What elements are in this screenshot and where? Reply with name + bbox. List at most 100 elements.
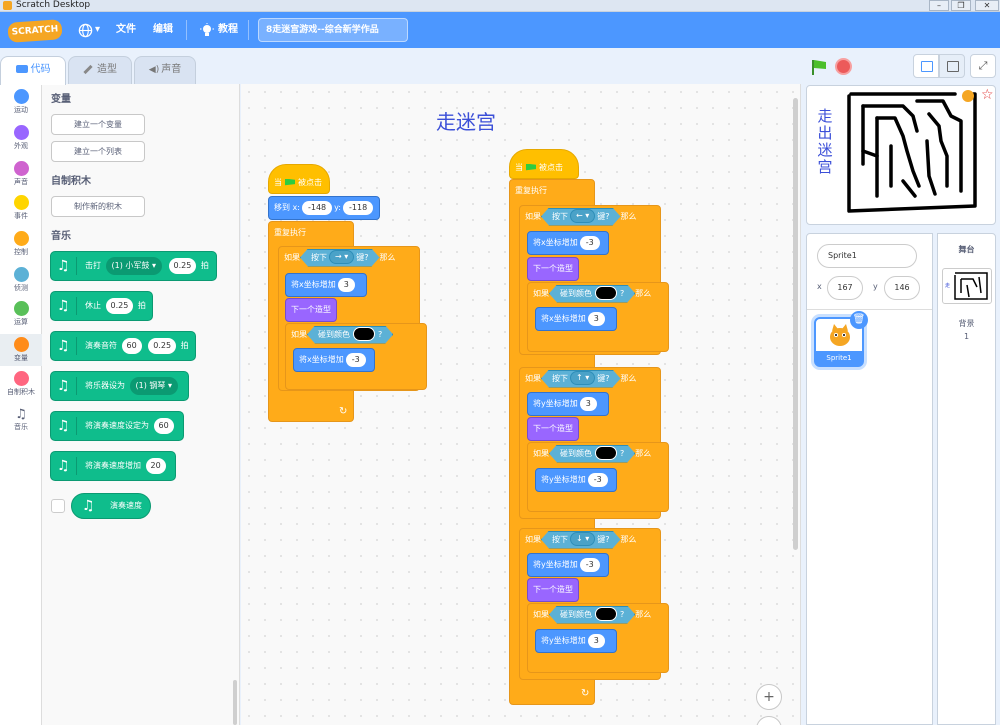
change-x-input[interactable]: 3 — [337, 277, 355, 292]
key-dropdown-down[interactable]: ↓ ▾ — [570, 532, 595, 546]
make-variable-button[interactable]: 建立一个变量 — [51, 114, 145, 135]
tempo-change-input[interactable]: 20 — [145, 457, 166, 474]
note-beats-input[interactable]: 0.25 — [148, 337, 177, 354]
backdrop-thumbnail[interactable]: 走 — [942, 268, 992, 304]
key-dropdown-right[interactable]: → ▾ — [329, 250, 354, 264]
change-y-up-back-input[interactable]: -3 — [587, 472, 608, 487]
instrument-dropdown[interactable]: (1) 钢琴 ▾ — [129, 376, 178, 395]
touching-color-sensor[interactable]: 碰到颜色? — [307, 326, 393, 344]
sprite-x-input[interactable]: 167 — [827, 276, 863, 300]
tempo-monitor-checkbox[interactable] — [51, 499, 65, 513]
stage-target-panel[interactable]: 舞台 走 背景 1 — [937, 233, 996, 725]
goto-y-input[interactable]: -118 — [343, 200, 374, 215]
touching-color-sensor-down[interactable]: 碰到颜色? — [549, 606, 635, 624]
script-workspace[interactable]: 走迷宫 当被点击 移到 x: -148 y: -118 重复执行 如果 按下 → ▾ 键? 那… — [241, 84, 801, 725]
file-menu[interactable]: 文件 — [116, 12, 136, 48]
tab-code[interactable]: 代码 — [0, 56, 66, 85]
category-events[interactable]: 事件 — [0, 192, 42, 224]
play-note-block[interactable]: ♫ 演奏音符 60 0.25 拍 — [50, 331, 196, 361]
tutorials-menu[interactable]: 教程 — [218, 12, 238, 48]
next-costume-block[interactable]: 下一个造型 — [285, 298, 337, 322]
change-y-up-input[interactable]: 3 — [579, 396, 597, 411]
rest-beats-input[interactable]: 0.25 — [105, 297, 134, 314]
change-x-left-back-input[interactable]: 3 — [587, 311, 605, 326]
close-button[interactable]: ✕ — [975, 0, 999, 11]
touching-color-sensor-left[interactable]: 碰到颜色? — [549, 285, 635, 303]
set-tempo-block[interactable]: ♫ 将演奏速度设定为 60 — [50, 411, 184, 441]
key-pressed-sensor-down[interactable]: 按下 ↓ ▾ 键? — [541, 531, 621, 549]
when-flag-clicked-block-2[interactable]: 当被点击 — [509, 149, 579, 179]
change-y-down-back-input[interactable]: 3 — [587, 633, 605, 648]
touching-color-sensor-up[interactable]: 碰到颜色? — [549, 445, 635, 463]
make-list-button[interactable]: 建立一个列表 — [51, 141, 145, 162]
fullscreen-icon[interactable]: ⤢ — [970, 54, 996, 78]
cat-sprite-icon[interactable] — [962, 90, 974, 102]
change-y-up-block[interactable]: 将y坐标增加 3 — [527, 392, 609, 416]
note-input[interactable]: 60 — [121, 337, 142, 354]
change-y-down-back-block[interactable]: 将y坐标增加 3 — [535, 629, 617, 653]
change-tempo-block[interactable]: ♫ 将演奏速度增加 20 — [50, 451, 176, 481]
beats-input[interactable]: 0.25 — [168, 257, 197, 274]
maximize-button[interactable]: ❐ — [951, 0, 971, 11]
palette-scrollbar[interactable] — [233, 680, 237, 725]
zoom-in-button[interactable]: + — [756, 684, 782, 710]
green-flag-button[interactable] — [810, 58, 828, 79]
project-title-input[interactable]: 8走迷宫游戏--综合新学作品 — [258, 18, 408, 42]
category-variables[interactable]: 变量 — [0, 334, 42, 366]
zoom-out-button[interactable] — [756, 716, 782, 725]
change-x-back-block[interactable]: 将x坐标增加 -3 — [293, 348, 375, 372]
stage-canvas[interactable]: 走出迷宫 ☆ — [806, 85, 996, 225]
category-sensing[interactable]: 侦测 — [0, 264, 42, 296]
change-y-down-input[interactable]: -3 — [579, 557, 600, 572]
color-swatch-black[interactable] — [353, 327, 375, 341]
drum-dropdown[interactable]: (1) 小军鼓 ▾ — [105, 256, 162, 275]
key-pressed-sensor[interactable]: 按下 → ▾ 键? — [300, 249, 380, 267]
tempo-reporter-block[interactable]: ♫ 演奏速度 — [71, 493, 151, 519]
next-costume-block-up[interactable]: 下一个造型 — [527, 417, 579, 441]
category-myblocks[interactable]: 自制积木 — [0, 368, 42, 400]
category-operators[interactable]: 运算 — [0, 298, 42, 330]
tab-costumes[interactable]: 造型 — [68, 56, 132, 84]
when-flag-clicked-block[interactable]: 当被点击 — [268, 164, 330, 194]
change-x-block[interactable]: 将x坐标增加 3 — [285, 273, 367, 297]
color-swatch-black[interactable] — [595, 286, 617, 300]
key-dropdown-left[interactable]: ← ▾ — [570, 209, 595, 223]
key-dropdown-up[interactable]: ↑ ▾ — [570, 371, 595, 385]
language-globe-icon[interactable] — [78, 23, 93, 41]
next-costume-block-down[interactable]: 下一个造型 — [527, 578, 579, 602]
goto-xy-block[interactable]: 移到 x: -148 y: -118 — [268, 196, 380, 220]
scratch-logo[interactable]: SCRATCH — [7, 19, 63, 43]
sprite-y-input[interactable]: 146 — [884, 276, 920, 300]
key-pressed-sensor-left[interactable]: 按下 ← ▾ 键? — [541, 208, 621, 226]
tempo-input[interactable]: 60 — [153, 417, 174, 434]
change-x-back-input[interactable]: -3 — [345, 352, 366, 367]
change-y-up-back-block[interactable]: 将y坐标增加 -3 — [535, 468, 617, 492]
play-drum-block[interactable]: ♫ 击打 (1) 小军鼓 ▾ 0.25 拍 — [50, 251, 217, 281]
color-swatch-black[interactable] — [595, 607, 617, 621]
category-sound[interactable]: 声音 — [0, 158, 42, 190]
change-x-left-block[interactable]: 将x坐标增加 -3 — [527, 231, 609, 255]
workspace-scrollbar[interactable] — [793, 98, 798, 550]
small-stage-button[interactable] — [913, 54, 939, 78]
change-x-left-back-block[interactable]: 将x坐标增加 3 — [535, 307, 617, 331]
stop-button[interactable] — [835, 58, 852, 75]
large-stage-button[interactable] — [939, 54, 965, 78]
goto-x-input[interactable]: -148 — [301, 200, 333, 215]
make-block-button[interactable]: 制作新的积木 — [51, 196, 145, 217]
next-costume-block-left[interactable]: 下一个造型 — [527, 257, 579, 281]
lightbulb-icon[interactable] — [200, 23, 214, 41]
language-caret[interactable]: ▾ — [95, 12, 100, 48]
category-motion[interactable]: 运动 — [0, 86, 42, 118]
set-instrument-block[interactable]: ♫ 将乐器设为 (1) 钢琴 ▾ — [50, 371, 189, 401]
category-looks[interactable]: 外观 — [0, 122, 42, 154]
change-y-down-block[interactable]: 将y坐标增加 -3 — [527, 553, 609, 577]
tab-sounds[interactable]: ◀) 声音 — [134, 56, 196, 84]
color-swatch-black[interactable] — [595, 446, 617, 460]
edit-menu[interactable]: 编辑 — [153, 12, 173, 48]
rest-block[interactable]: ♫ 休止 0.25 拍 — [50, 291, 153, 321]
sprite-name-input[interactable]: Sprite1 — [817, 244, 917, 268]
category-control[interactable]: 控制 — [0, 228, 42, 260]
trash-icon[interactable]: 🗑 — [850, 311, 868, 329]
key-pressed-sensor-up[interactable]: 按下 ↑ ▾ 键? — [541, 370, 621, 388]
minimize-button[interactable]: – — [929, 0, 949, 11]
